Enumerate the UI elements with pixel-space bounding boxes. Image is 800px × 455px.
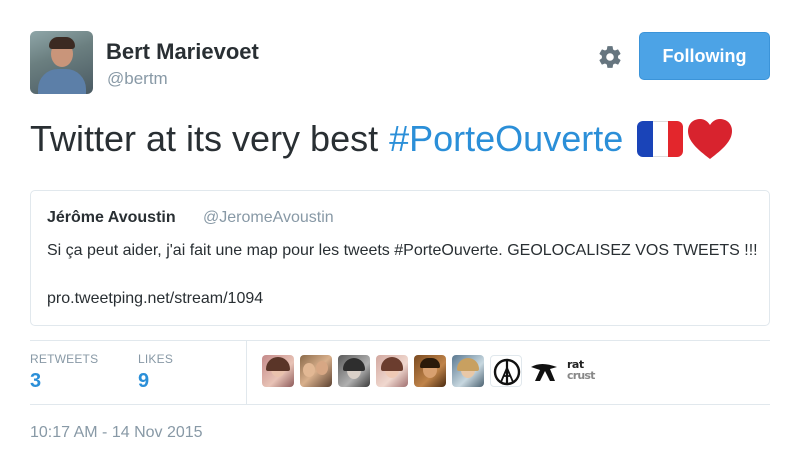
stats-divider-vertical [246,340,247,404]
retweets-label[interactable]: RETWEETS [30,352,98,366]
liker-avatar-4[interactable] [376,355,408,387]
quoted-author-name: Jérôme Avoustin [47,209,176,226]
tweet-text: Twitter at its very best #PorteOuverte [30,116,733,162]
quoted-tweet-card[interactable]: Jérôme Avoustin @JeromeAvoustin Si ça pe… [30,190,770,326]
french-flag-icon [637,121,684,157]
stats-divider-top [30,340,770,341]
peace-for-paris-icon[interactable] [490,355,522,387]
logo-avatar[interactable] [528,355,560,387]
retweets-count[interactable]: 3 [30,370,41,393]
liker-avatars: rat crust [262,355,598,387]
likes-count[interactable]: 9 [138,370,149,393]
author-name[interactable]: Bert Marievoet [106,39,259,65]
quoted-author-handle: @JeromeAvoustin [203,209,334,226]
liker-avatar-3[interactable] [338,355,370,387]
tweet-body: Twitter at its very best [30,118,379,159]
hashtag-link[interactable]: #PorteOuverte [389,116,623,162]
author-handle[interactable]: @bertm [107,69,168,89]
quoted-tweet-link[interactable]: pro.tweetping.net/stream/1094 [47,287,263,311]
liker-avatar-5[interactable] [414,355,446,387]
following-button[interactable]: Following [639,32,770,80]
text-logo-avatar[interactable]: rat crust [566,355,598,387]
gear-icon[interactable] [597,44,623,70]
tweet-timestamp[interactable]: 10:17 AM - 14 Nov 2015 [30,424,203,442]
liker-avatar-6[interactable] [452,355,484,387]
quoted-tweet-text: Si ça peut aider, j'ai fait une map pour… [47,242,758,259]
author-avatar[interactable] [30,31,93,94]
stats-divider-bottom [30,404,770,405]
red-heart-icon [688,119,733,159]
liker-avatar-2[interactable] [300,355,332,387]
likes-label[interactable]: LIKES [138,352,173,366]
liker-avatar-1[interactable] [262,355,294,387]
